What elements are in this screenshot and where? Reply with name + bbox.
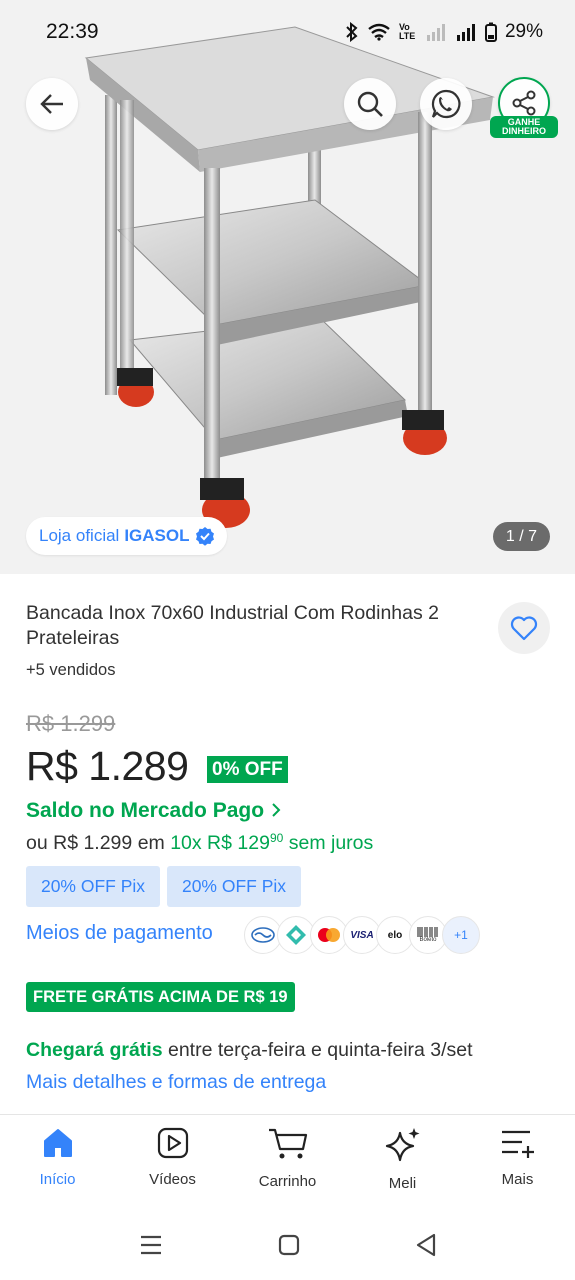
store-name: IGASOL: [124, 526, 190, 545]
saldo-label: Saldo no Mercado Pago: [26, 799, 265, 822]
delivery-free-label: Chegará grátis: [26, 1039, 163, 1061]
image-counter: 1 / 7: [493, 522, 550, 551]
product-title: Bancada Inox 70x60 Industrial Com Rodinh…: [26, 602, 440, 649]
product-gallery[interactable]: 22:39 Vo LTE 29% GANHE DINHEIRO Loja ofi…: [0, 0, 575, 574]
heart-icon: [510, 616, 538, 641]
more-payment-methods: +1: [442, 916, 480, 954]
bluetooth-icon: [346, 22, 358, 42]
pix-discount-chip[interactable]: 20% OFF Pix: [26, 866, 160, 907]
current-price: R$ 1.289: [26, 743, 189, 789]
payment-methods-link[interactable]: Meios de pagamento: [26, 922, 213, 945]
nav-mais[interactable]: Mais: [460, 1115, 575, 1210]
search-button[interactable]: [344, 78, 396, 130]
boleto-label: Boleto: [419, 937, 437, 943]
wifi-icon: [368, 23, 390, 41]
nav-inicio[interactable]: Início: [0, 1115, 115, 1210]
signal-icon: [456, 24, 475, 41]
favorite-button[interactable]: [498, 602, 550, 654]
free-shipping-badge: FRETE GRÁTIS ACIMA DE R$ 19: [26, 982, 295, 1012]
pix-discount-chip[interactable]: 20% OFF Pix: [167, 866, 301, 907]
nav-videos[interactable]: Vídeos: [115, 1115, 230, 1210]
visa-label: VISA: [350, 929, 374, 941]
installments-prefix: ou R$ 1.299: [26, 832, 133, 854]
battery-icon: [484, 22, 497, 42]
signal-empty-icon: [426, 24, 445, 41]
delivery-info: Chegará grátis entre terça-feira e quint…: [26, 1039, 473, 1062]
back-arrow-icon: [40, 94, 63, 114]
verified-badge-icon: [195, 527, 214, 546]
back-button[interactable]: [26, 78, 78, 130]
store-label: Loja oficial: [39, 526, 120, 545]
sparkle-icon: [385, 1128, 419, 1162]
recent-apps-icon[interactable]: [139, 1234, 163, 1256]
video-icon: [157, 1127, 188, 1159]
delivery-details-link[interactable]: Mais detalhes e formas de entrega: [26, 1071, 326, 1094]
payment-icons[interactable]: VISA elo Boleto +1: [244, 916, 480, 954]
status-icons: Vo LTE 29%: [345, 21, 543, 43]
old-price: R$ 1.299: [26, 711, 116, 736]
elo-label: elo: [387, 929, 403, 941]
search-icon: [357, 91, 383, 117]
sold-count: +5 vendidos: [26, 661, 116, 679]
back-triangle-icon[interactable]: [415, 1233, 437, 1257]
nav-label: Mais: [501, 1171, 534, 1188]
product-image: [0, 0, 575, 574]
installments-em: em: [137, 832, 165, 854]
nav-meli[interactable]: Meli: [345, 1115, 460, 1210]
system-navigation: [0, 1210, 575, 1280]
official-store-pill[interactable]: Loja oficial IGASOL: [26, 517, 227, 555]
status-time: 22:39: [46, 20, 99, 43]
nav-label: Meli: [388, 1175, 417, 1192]
whatsapp-icon: [431, 89, 461, 119]
installments-amount: 10x R$ 129: [170, 832, 270, 854]
home-square-icon[interactable]: [278, 1234, 300, 1256]
status-bar: 22:39 Vo LTE 29%: [0, 0, 575, 64]
chevron-right-icon: [272, 803, 281, 817]
whatsapp-button[interactable]: [420, 78, 472, 130]
discount-badge: 0% OFF: [207, 756, 288, 783]
nav-label: Carrinho: [258, 1173, 317, 1190]
nav-label: Início: [39, 1171, 76, 1188]
home-icon: [43, 1129, 72, 1157]
nav-carrinho[interactable]: Carrinho: [230, 1115, 345, 1210]
share-icon: [512, 90, 536, 116]
delivery-dates: entre terça-feira e quinta-feira 3/set: [167, 1039, 473, 1061]
installments-cents: 90: [269, 831, 284, 845]
nav-label: Vídeos: [149, 1171, 196, 1188]
saldo-mercado-pago-link[interactable]: Saldo no Mercado Pago: [26, 799, 282, 823]
battery-level: 29%: [504, 21, 543, 42]
bottom-navigation: Início Vídeos Carrinho Meli Mais: [0, 1114, 575, 1210]
installments-suffix: sem juros: [288, 832, 374, 854]
cart-icon: [268, 1128, 307, 1159]
share-earn-badge: GANHE DINHEIRO: [490, 116, 558, 138]
volte-label: Vo LTE: [398, 22, 416, 41]
menu-plus-icon: [501, 1130, 534, 1158]
installments: ou R$ 1.299 em 10x R$ 12990 sem juros: [26, 831, 373, 855]
